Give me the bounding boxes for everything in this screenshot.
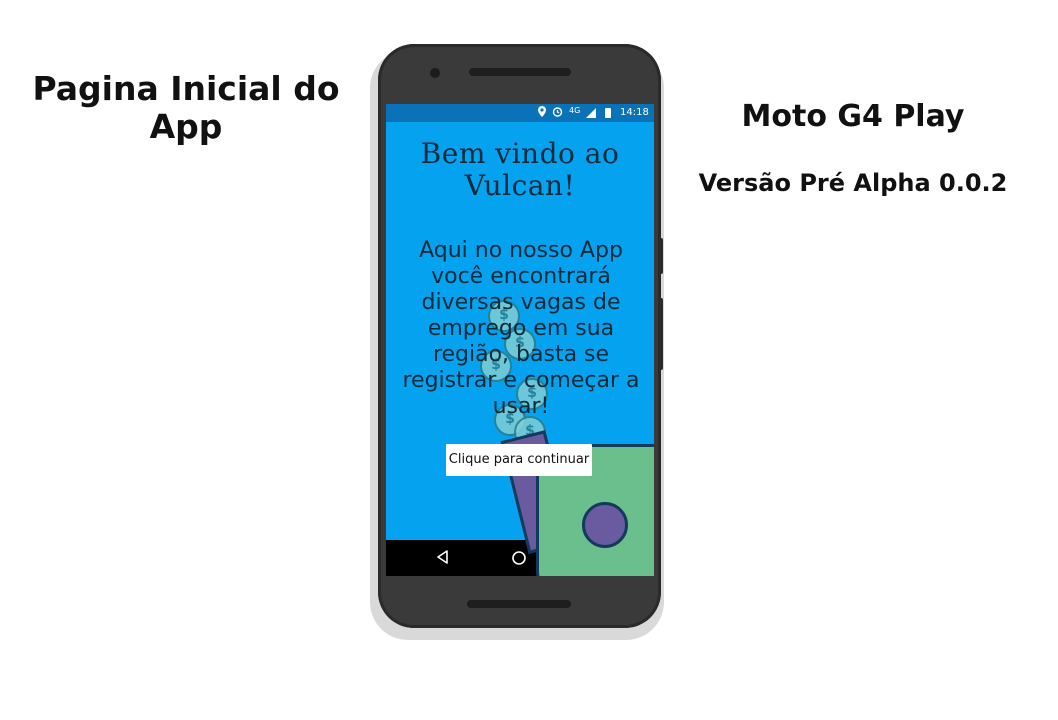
page-caption-title: Pagina Inicial do App <box>32 69 340 146</box>
version-label: Versão Pré Alpha 0.0.2 <box>698 169 1008 197</box>
home-icon <box>512 551 526 565</box>
power-button[interactable] <box>659 238 663 274</box>
bottom-speaker <box>467 600 571 608</box>
phone-screen: 4G 14:18 Bem vindo ao Vulcan! Aqui no no… <box>386 104 654 576</box>
volume-button[interactable] <box>659 298 663 370</box>
continue-button[interactable]: Clique para continuar <box>446 444 592 476</box>
app-description: Aqui no nosso App você encontrará divers… <box>402 238 640 419</box>
earpiece-speaker <box>469 68 571 76</box>
back-button[interactable] <box>424 540 464 576</box>
bag-patch <box>582 502 628 548</box>
back-icon <box>437 550 448 564</box>
front-camera <box>430 68 440 78</box>
presentation-canvas: Pagina Inicial do App Moto G4 Play Versã… <box>0 0 1058 720</box>
device-name: Moto G4 Play <box>741 99 965 134</box>
